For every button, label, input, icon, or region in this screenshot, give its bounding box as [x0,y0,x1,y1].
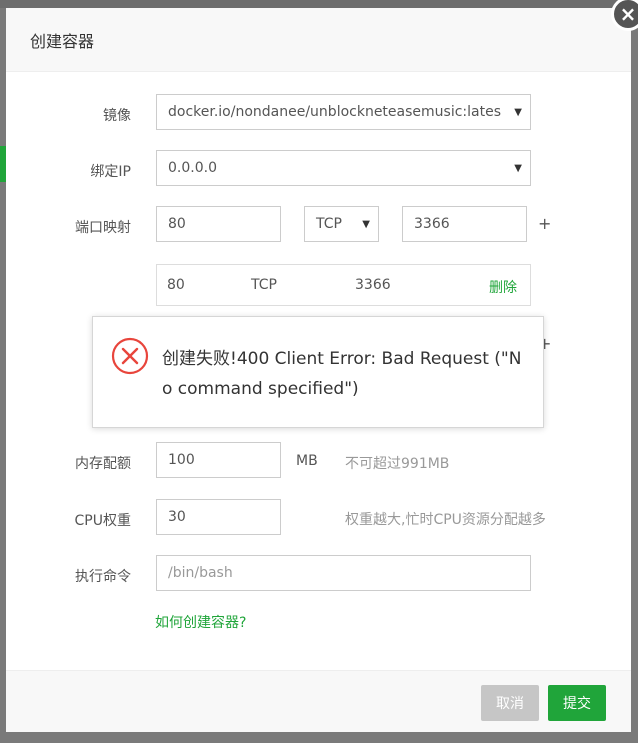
dialog-header: 创建容器 [6,8,631,72]
memory-unit: MB [296,453,318,469]
cancel-button[interactable]: 取消 [481,685,539,721]
dialog-footer: 取消 提交 [6,670,631,732]
how-to-create-link[interactable]: 如何创建容器? [155,612,246,632]
bind-ip-label: 绑定IP [90,164,131,180]
cpu-hint: 权重越大,忙时CPU资源分配越多 [345,512,546,528]
command-input[interactable]: /bin/bash [156,555,531,591]
host-port-value: 3366 [414,216,450,232]
error-message: 创建失败!400 Client Error: Bad Request ("No … [162,349,522,399]
memory-input[interactable]: 100 [156,442,281,478]
dialog-title: 创建容器 [30,31,95,51]
backdrop-top [0,0,638,8]
error-toast: 创建失败!400 Client Error: Bad Request ("No … [92,316,544,428]
cpu-label: CPU权重 [74,513,131,529]
memory-label: 内存配额 [75,456,131,472]
container-port-value: 80 [168,216,186,232]
select-arrow-icon: ▼ [514,163,522,174]
bind-ip-value: 0.0.0.0 [168,160,217,176]
bind-ip-select[interactable]: 0.0.0.0 ▼ [156,150,531,186]
memory-hint: 不可超过991MB [345,456,450,472]
protocol-select[interactable]: TCP ▼ [304,206,379,242]
command-label: 执行命令 [75,569,131,585]
list-container-port: 80 [167,277,185,293]
add-port-icon[interactable]: + [538,214,551,233]
error-circle-x-icon [111,337,149,375]
memory-value: 100 [168,452,195,468]
image-select[interactable]: docker.io/nondanee/unblockneteasemusic:l… [156,94,531,130]
host-port-input[interactable]: 3366 [402,206,527,242]
protocol-value: TCP [316,216,342,232]
select-arrow-icon: ▼ [514,107,522,118]
submit-button[interactable]: 提交 [548,685,606,721]
select-arrow-icon: ▼ [362,219,370,230]
container-port-input[interactable]: 80 [156,206,281,242]
port-mapping-list: 80 TCP 3366 删除 [156,264,531,306]
port-mapping-label: 端口映射 [75,220,131,236]
list-host-port: 3366 [355,277,391,293]
cpu-value: 30 [168,509,186,525]
cpu-input[interactable]: 30 [156,499,281,535]
list-protocol: TCP [251,277,277,293]
command-placeholder: /bin/bash [168,565,233,581]
image-select-value: docker.io/nondanee/unblockneteasemusic:l… [168,104,501,120]
delete-port-button[interactable]: 删除 [489,277,517,297]
image-label: 镜像 [103,108,131,124]
